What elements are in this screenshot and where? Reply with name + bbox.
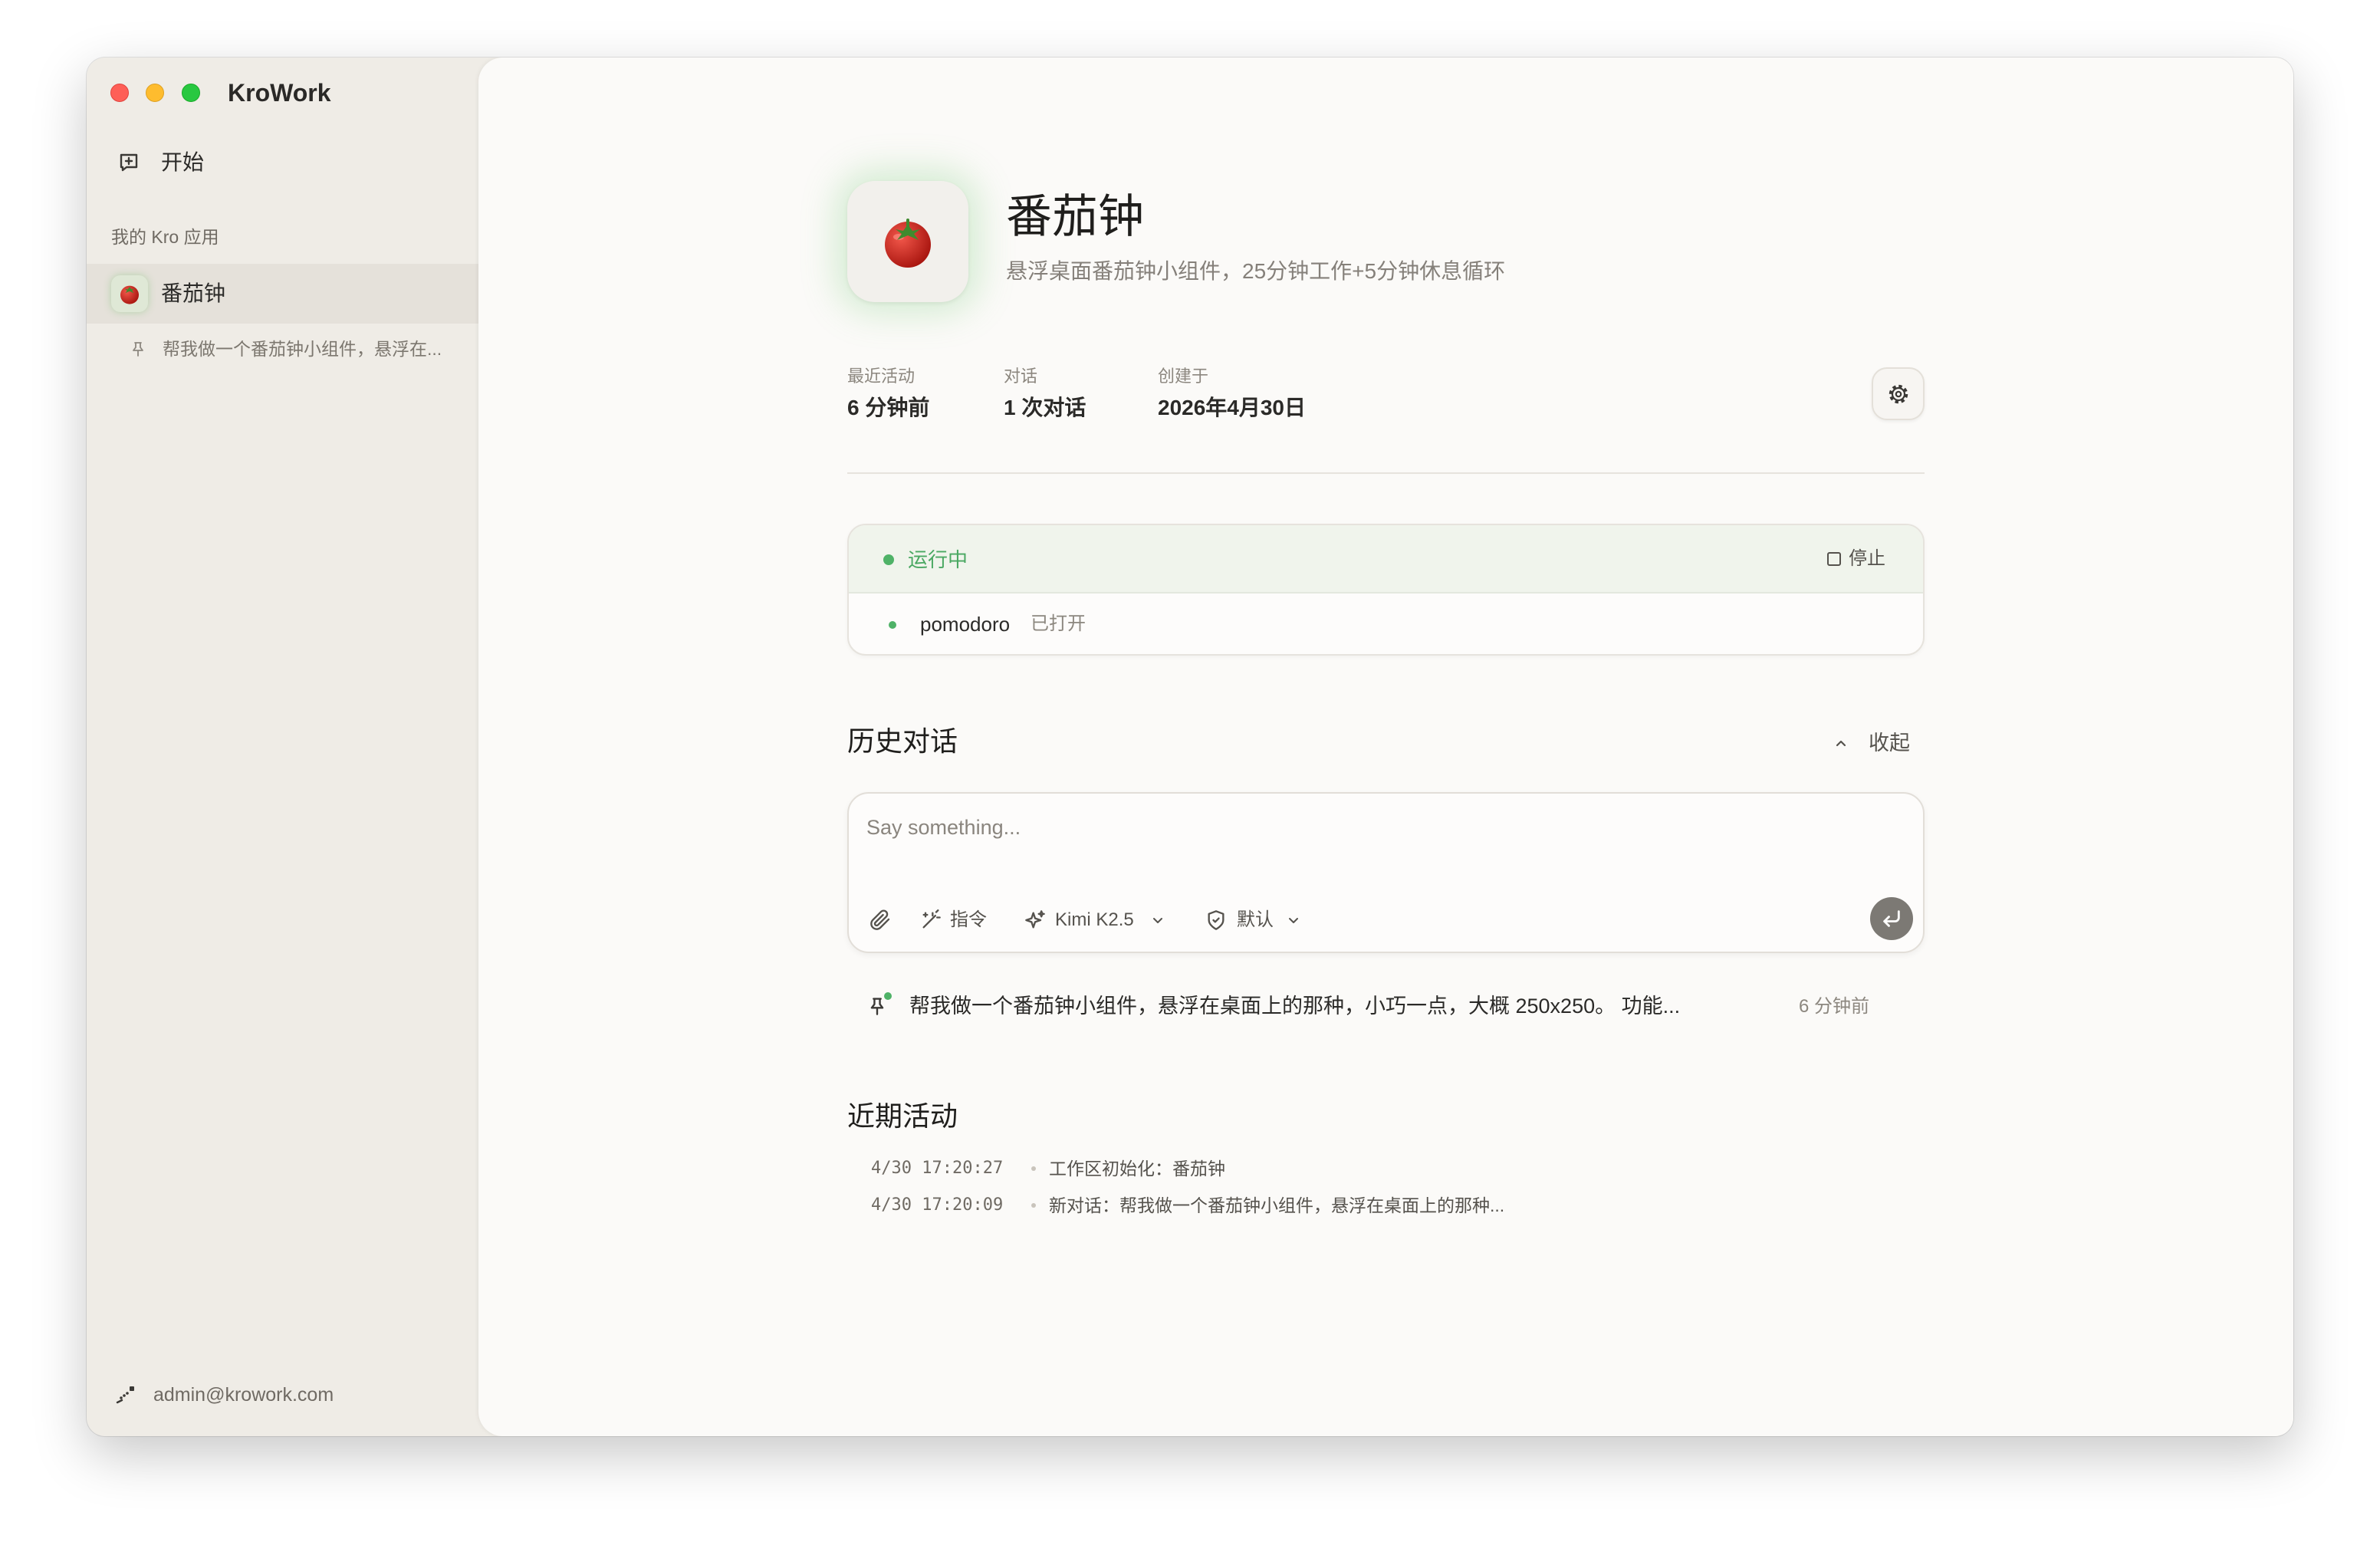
minimize-window-button[interactable]: [146, 84, 164, 102]
close-window-button[interactable]: [110, 84, 129, 102]
conversation-time: 6 分钟前: [1799, 996, 1870, 1017]
user-account[interactable]: admin@krowork.com: [87, 1379, 478, 1410]
stat-conversations: 对话 1 次对话: [1004, 366, 1086, 422]
main-panel: 番茄钟 悬浮桌面番茄钟小组件，25分钟工作+5分钟休息循环 最近活动 6 分钟前…: [478, 58, 2293, 1436]
chat-composer: 指令 Kimi K2.5 默认: [847, 792, 1925, 953]
chevron-down-icon: [1289, 918, 1298, 923]
stat-label: 对话: [1004, 367, 1038, 386]
divider: [847, 472, 1925, 474]
history-title: 历史对话: [847, 726, 958, 758]
return-arrow-icon: [1883, 910, 1900, 927]
activity-text: 新对话：帮我做一个番茄钟小组件，悬浮在桌面上的那种...: [1049, 1195, 1505, 1215]
app-window: KroWork 开始 我的 Kro 应用 番茄钟 帮我做一个番茄钟小组件，悬浮在…: [87, 58, 2293, 1436]
tomato-icon: [885, 219, 931, 268]
start-label: 开始: [161, 150, 205, 174]
process-row: pomodoro 已打开: [849, 594, 1923, 654]
activity-title: 近期活动: [847, 1101, 958, 1133]
chevron-up-icon: [1836, 740, 1846, 747]
new-chat-icon: [120, 153, 138, 172]
stat-value: 1 次对话: [1004, 396, 1086, 419]
permission-label: 默认: [1237, 909, 1274, 930]
activity-time: 4/30 17:20:09: [871, 1195, 1004, 1215]
settings-button[interactable]: [1872, 367, 1925, 420]
stop-label: 停止: [1849, 548, 1885, 569]
command-label: 指令: [950, 909, 987, 930]
user-email: admin@krowork.com: [153, 1384, 334, 1406]
app-title: KroWork: [228, 79, 331, 107]
paperclip-icon[interactable]: [869, 909, 891, 931]
chevron-down-icon: [1153, 918, 1162, 923]
app-name: 番茄钟: [1006, 190, 1144, 244]
app-detail: 番茄钟 悬浮桌面番茄钟小组件，25分钟工作+5分钟休息循环 最近活动 6 分钟前…: [847, 58, 1925, 1436]
sparkle-icon: [1025, 910, 1045, 929]
command-button[interactable]: 指令: [918, 903, 1010, 937]
conversation-item[interactable]: 帮我做一个番茄钟小组件，悬浮在桌面上的那种，小巧一点，大概 250x250。 功…: [847, 988, 1925, 1024]
stop-button[interactable]: 停止: [1821, 544, 1895, 574]
model-selector[interactable]: Kimi K2.5: [1022, 903, 1175, 937]
stat-value: 2026年4月30日: [1158, 396, 1307, 419]
sidebar-item-pomodoro[interactable]: 番茄钟: [87, 264, 478, 324]
permission-selector[interactable]: 默认: [1203, 903, 1310, 937]
app-description: 悬浮桌面番茄钟小组件，25分钟工作+5分钟休息循环: [1006, 259, 1506, 283]
running-status-card: 运行中 停止 pomodoro 已打开: [847, 524, 1925, 656]
running-indicator-dot: [883, 554, 894, 565]
running-status-label: 运行中: [908, 548, 968, 571]
start-new-button[interactable]: 开始: [87, 144, 478, 181]
process-status-dot: [889, 621, 896, 629]
stat-label: 创建于: [1158, 367, 1209, 386]
zoom-window-button[interactable]: [182, 84, 200, 102]
collapse-history-button[interactable]: 收起: [1829, 728, 1915, 758]
connection-icon: [116, 1386, 134, 1404]
stat-last-activity: 最近活动 6 分钟前: [847, 366, 929, 422]
my-apps-section-title: 我的 Kro 应用: [111, 227, 219, 247]
shield-icon: [1208, 910, 1225, 930]
activity-bullet: [1031, 1203, 1036, 1208]
model-label: Kimi K2.5: [1055, 909, 1134, 930]
conversation-text: 帮我做一个番茄钟小组件，悬浮在桌面上的那种，小巧一点，大概 250x250。 功…: [909, 995, 1681, 1018]
process-state: 已打开: [1031, 613, 1086, 634]
activity-item: 4/30 17:20:27 工作区初始化：番茄钟: [847, 1158, 1925, 1179]
stat-value: 6 分钟前: [847, 396, 930, 419]
tomato-icon: [120, 285, 139, 304]
process-name: pomodoro: [920, 613, 1011, 636]
magic-wand-icon: [922, 909, 941, 929]
stat-created: 创建于 2026年4月30日: [1158, 366, 1306, 422]
app-large-icon: [847, 181, 968, 302]
message-input[interactable]: [866, 814, 1902, 860]
activity-time: 4/30 17:20:27: [871, 1159, 1004, 1178]
active-conversation-dot: [884, 992, 892, 1000]
activity-bullet: [1031, 1166, 1036, 1171]
app-icon-box: [111, 275, 148, 312]
sidebar-conversation-item[interactable]: 帮我做一个番茄钟小组件，悬浮在...: [87, 335, 478, 363]
stop-square-icon: [1827, 552, 1841, 566]
sidebar-item-label: 番茄钟: [161, 281, 226, 305]
gear-icon: [1889, 384, 1908, 404]
pin-icon: [133, 342, 143, 357]
collapse-label: 收起: [1869, 732, 1910, 755]
sidebar-conversation-label: 帮我做一个番茄钟小组件，悬浮在...: [163, 339, 442, 359]
stat-label: 最近活动: [847, 367, 916, 386]
activity-text: 工作区初始化：番茄钟: [1049, 1159, 1225, 1179]
pin-icon: [870, 998, 884, 1015]
running-status-header: 运行中 停止: [849, 525, 1923, 594]
send-button[interactable]: [1870, 897, 1913, 940]
activity-item: 4/30 17:20:09 新对话：帮我做一个番茄钟小组件，悬浮在桌面上的那种.…: [847, 1195, 1925, 1216]
